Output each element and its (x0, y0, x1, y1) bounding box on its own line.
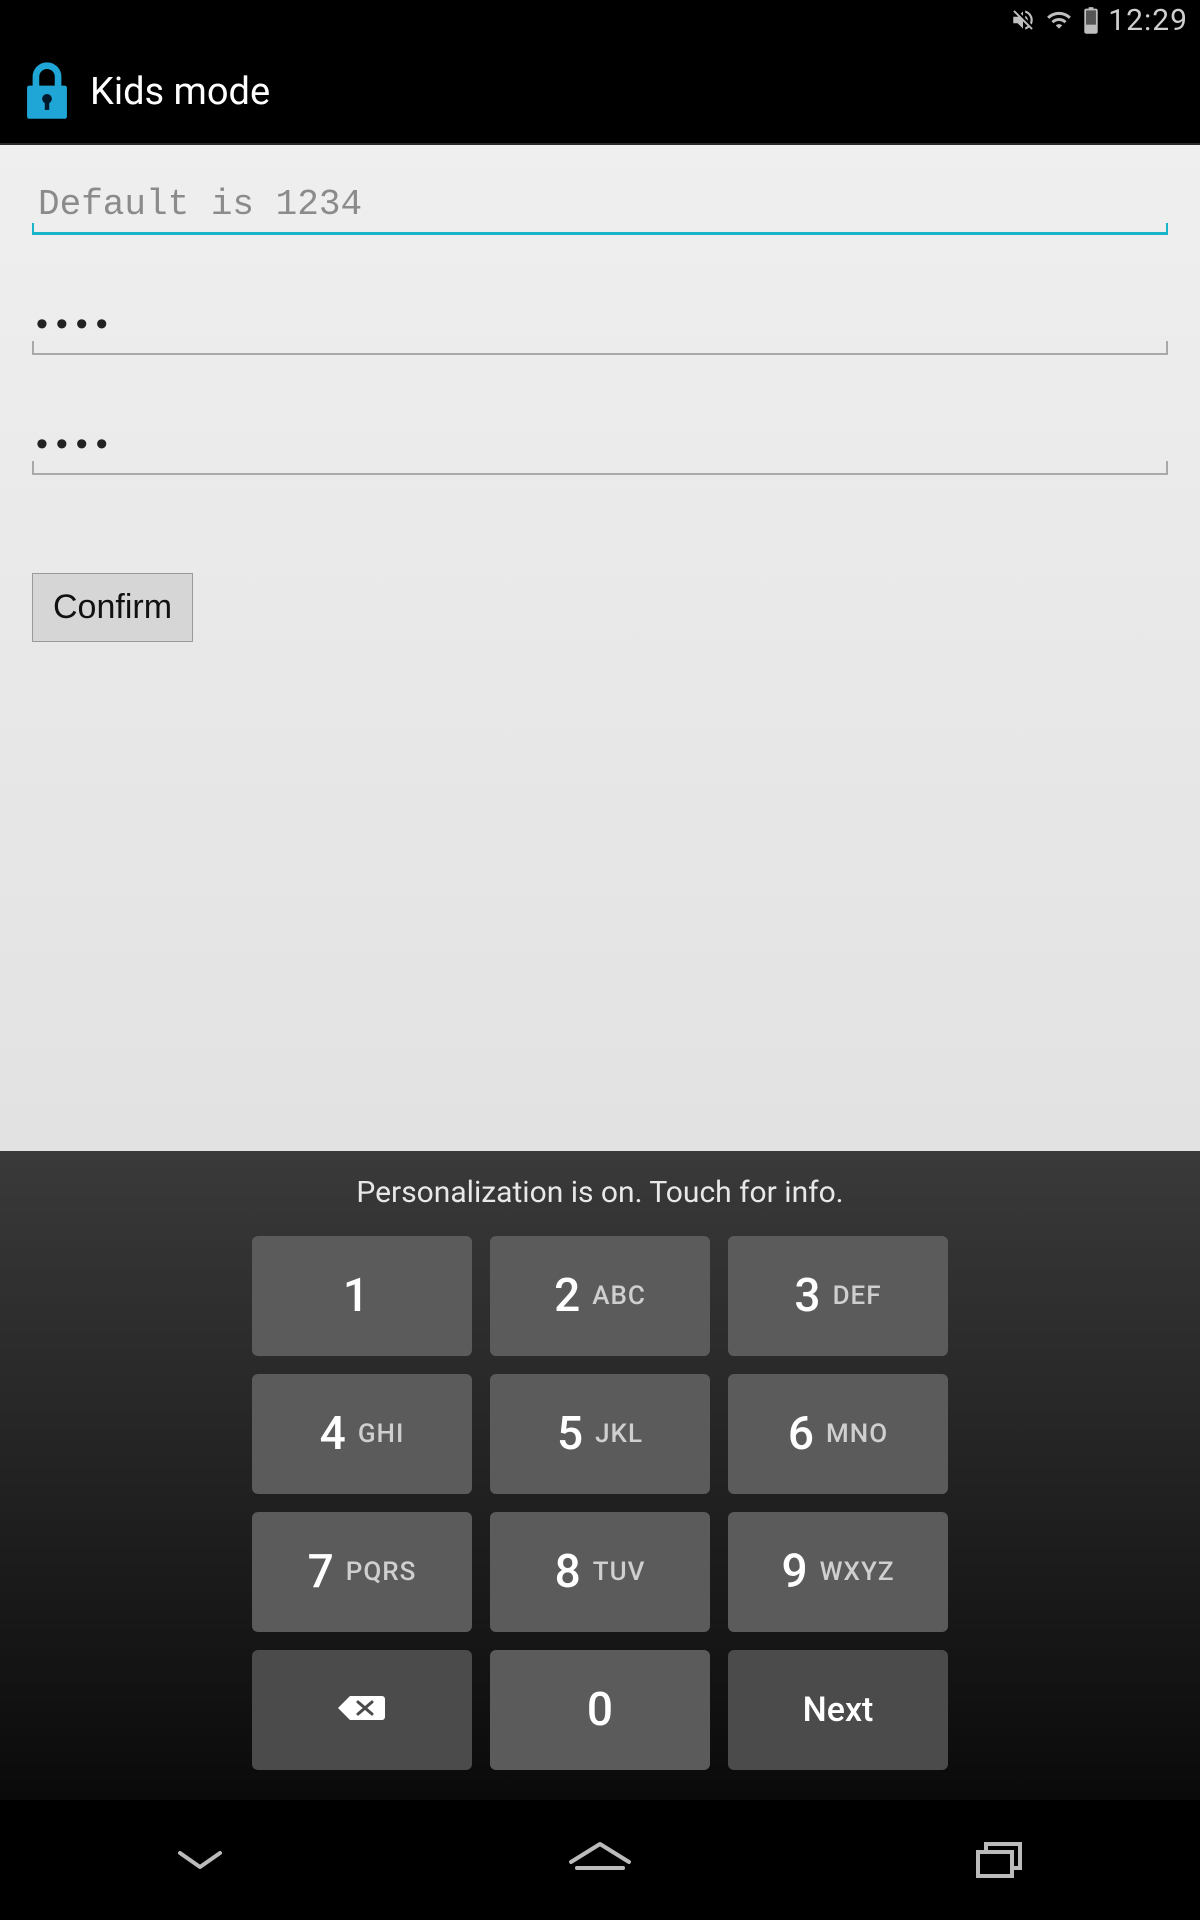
key-0-digit: 0 (587, 1683, 613, 1737)
key-5-letters: JKL (595, 1419, 643, 1449)
key-9-digit: 9 (781, 1545, 807, 1599)
pin-confirm-input[interactable]: •••• (32, 413, 1168, 475)
nav-recent-button[interactable] (950, 1830, 1050, 1890)
app-title-bar: Kids mode (0, 40, 1200, 145)
app-title: Kids mode (90, 70, 270, 114)
key-9-letters: WXYZ (820, 1557, 895, 1587)
key-8[interactable]: 8 TUV (490, 1512, 710, 1632)
keypad: 1 2 ABC 3 DEF 4 GHI 5 JKL 6 MNO 7 PQRS 8 TUV 9W… (0, 1236, 1200, 1770)
key-2[interactable]: 2 ABC (490, 1236, 710, 1356)
key-2-digit: 2 (554, 1269, 580, 1323)
key-5[interactable]: 5 JKL (490, 1374, 710, 1494)
key-next-label: Next (803, 1690, 874, 1730)
key-1-digit: 1 (343, 1269, 369, 1323)
pin-new-input[interactable]: •••• (32, 293, 1168, 355)
personalization-info[interactable]: Personalization is on. Touch for info. (0, 1175, 1200, 1210)
key-7[interactable]: 7 PQRS (252, 1512, 472, 1632)
key-6[interactable]: 6 MNO (728, 1374, 948, 1494)
key-5-digit: 5 (557, 1407, 583, 1461)
nav-back-button[interactable] (150, 1830, 250, 1890)
content-area: •••• •••• Confirm (0, 145, 1200, 1151)
pin-new-field-wrap: •••• (32, 293, 1168, 355)
key-4[interactable]: 4 GHI (252, 1374, 472, 1494)
key-6-letters: MNO (826, 1419, 888, 1449)
nav-home-button[interactable] (550, 1830, 650, 1890)
lock-icon (20, 59, 74, 125)
status-clock: 12:29 (1108, 3, 1188, 38)
key-2-letters: ABC (592, 1281, 646, 1311)
battery-icon (1082, 6, 1100, 34)
status-bar: 12:29 (0, 0, 1200, 40)
key-backspace[interactable] (252, 1650, 472, 1770)
key-3-letters: DEF (833, 1281, 882, 1311)
key-7-letters: PQRS (346, 1557, 417, 1587)
key-8-digit: 8 (555, 1545, 581, 1599)
key-0[interactable]: 0 (490, 1650, 710, 1770)
key-3[interactable]: 3 DEF (728, 1236, 948, 1356)
system-nav-bar (0, 1800, 1200, 1920)
backspace-icon (332, 1688, 392, 1732)
pin-current-input[interactable] (32, 173, 1168, 235)
key-next[interactable]: Next (728, 1650, 948, 1770)
confirm-button[interactable]: Confirm (32, 573, 193, 642)
pin-confirm-field-wrap: •••• (32, 413, 1168, 475)
key-7-digit: 7 (308, 1545, 334, 1599)
key-4-letters: GHI (358, 1419, 405, 1449)
pin-current-field-wrap (32, 173, 1168, 235)
key-3-digit: 3 (794, 1269, 820, 1323)
numeric-keyboard: Personalization is on. Touch for info. 1… (0, 1151, 1200, 1800)
key-4-digit: 4 (320, 1407, 346, 1461)
wifi-icon (1044, 7, 1074, 33)
key-6-digit: 6 (788, 1407, 814, 1461)
key-8-letters: TUV (593, 1557, 646, 1587)
mute-icon (1010, 7, 1036, 33)
key-9[interactable]: 9 WXYZ (728, 1512, 948, 1632)
key-1[interactable]: 1 (252, 1236, 472, 1356)
